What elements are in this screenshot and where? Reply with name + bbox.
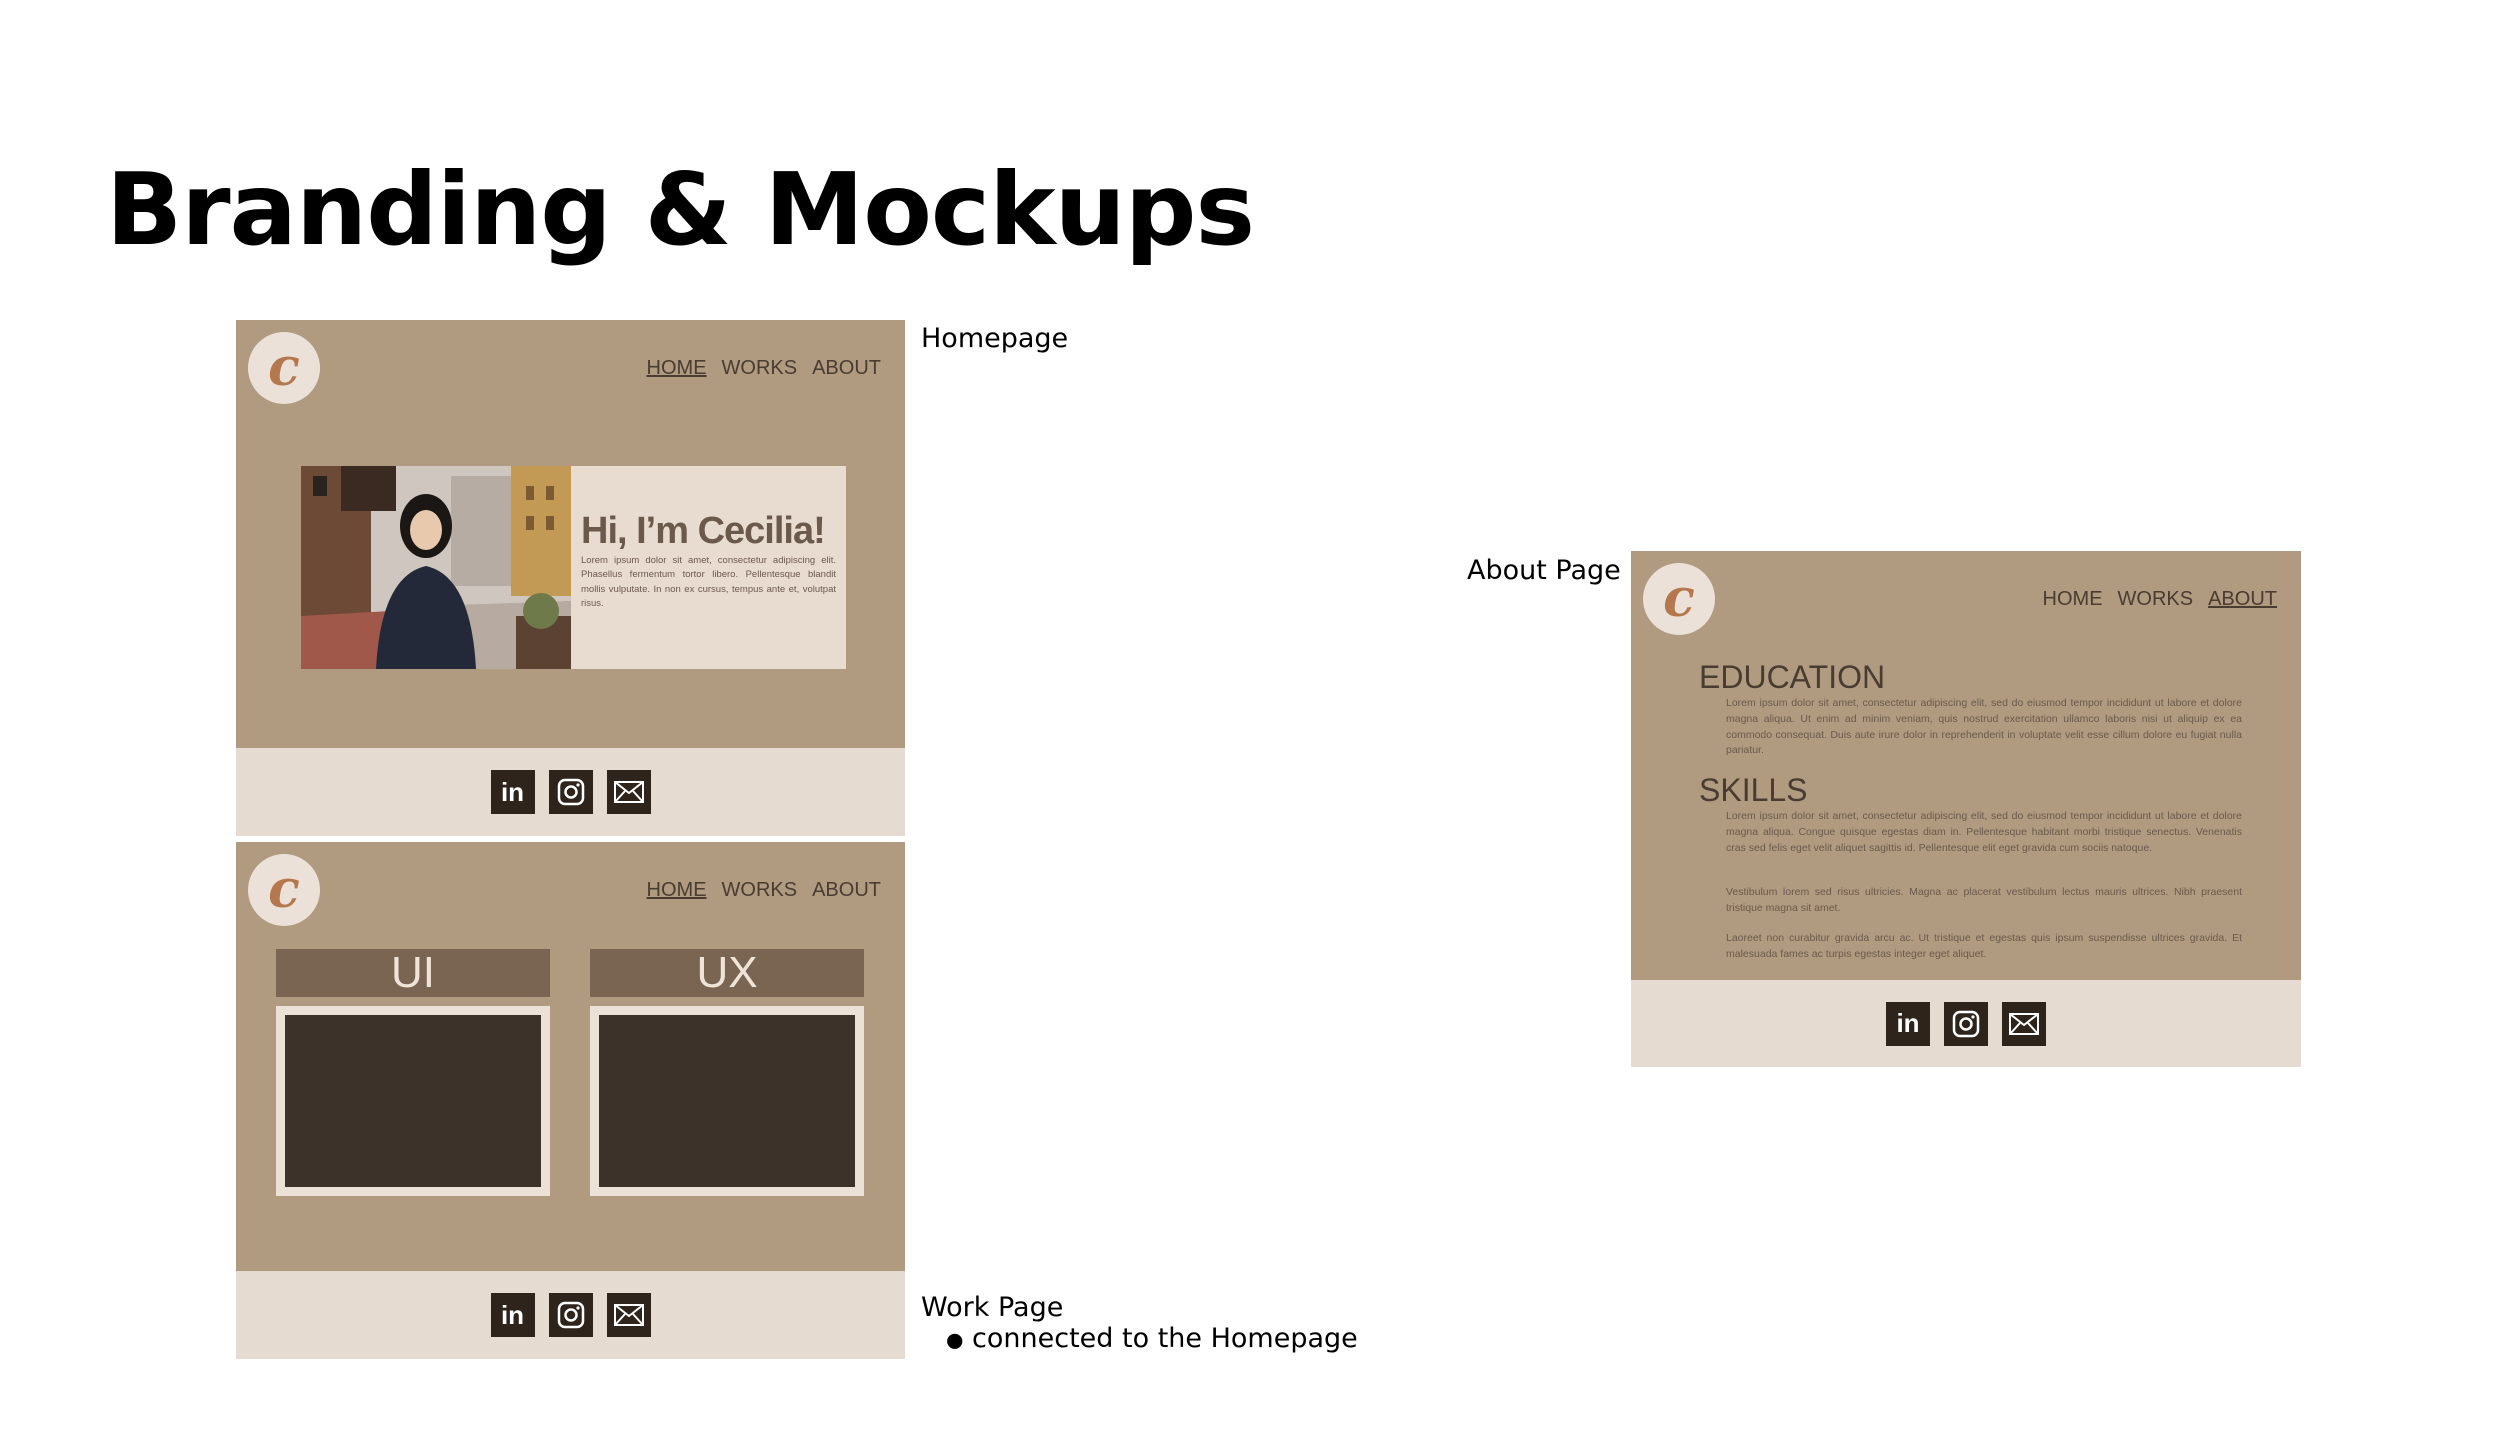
nav-works[interactable]: WORKS	[2118, 588, 2194, 611]
bullet-dot: ●	[946, 1327, 964, 1352]
mail-glyph	[613, 781, 644, 803]
site-footer: in	[236, 1271, 905, 1359]
hero-heading: Hi, I’m Cecilia!	[581, 510, 826, 552]
nav-about[interactable]: ABOUT	[812, 879, 881, 902]
ui-tile-header[interactable]: UI	[276, 949, 550, 997]
site-logo[interactable]: c	[1643, 563, 1715, 635]
skills-text-3: Laoreet non curabitur gravida arcu ac. U…	[1726, 932, 2242, 960]
education-heading: EDUCATION	[1699, 659, 1886, 695]
nav-home[interactable]: HOME	[647, 357, 707, 380]
mail-icon[interactable]	[2002, 1001, 2046, 1046]
site-logo[interactable]: c	[248, 854, 320, 926]
mail-glyph	[613, 1304, 644, 1326]
mail-glyph	[2009, 1012, 2039, 1035]
nav-about[interactable]: ABOUT	[812, 357, 881, 380]
site-footer: in	[1631, 980, 2301, 1067]
linkedin-icon[interactable]: in	[490, 1293, 535, 1337]
street-photo-illustration	[301, 466, 571, 669]
instagram-icon[interactable]	[1944, 1001, 1988, 1046]
site-footer: in	[236, 748, 905, 836]
work-bullet-text: connected to the Homepage	[972, 1323, 1358, 1354]
ui-tile-preview[interactable]	[276, 1006, 550, 1196]
ux-tile-preview[interactable]	[590, 1006, 864, 1196]
logo-letter: c	[1663, 568, 1695, 629]
hero-text-block: Hi, I’m Cecilia! Lorem ipsum dolor sit a…	[571, 466, 846, 669]
ui-tile-image	[285, 1015, 541, 1187]
ux-tile-label: UX	[696, 948, 758, 997]
work-page-caption: Work Page	[921, 1292, 1064, 1323]
hero-card: Hi, I’m Cecilia! Lorem ipsum dolor sit a…	[301, 466, 846, 669]
skills-text-1: Lorem ipsum dolor sit amet, consectetur …	[1726, 810, 2242, 854]
site-logo[interactable]: c	[248, 332, 320, 404]
nav-home[interactable]: HOME	[2043, 588, 2103, 611]
about-page-mockup: c HOME WORKS ABOUT EDUCATION Lorem ipsum…	[1631, 551, 2301, 1067]
page-title: Branding & Mockups	[106, 151, 1255, 268]
skills-heading: SKILLS	[1699, 772, 1808, 808]
instagram-glyph	[557, 778, 584, 806]
ux-tile-header[interactable]: UX	[590, 949, 864, 997]
ux-tile-image	[599, 1015, 855, 1187]
work-page-mockup: c HOME WORKS ABOUT UI UX in	[236, 842, 905, 1359]
hero-paragraph: Lorem ipsum dolor sit amet, consectetur …	[581, 555, 836, 609]
logo-letter: c	[268, 337, 300, 398]
instagram-icon[interactable]	[548, 1293, 593, 1337]
instagram-icon[interactable]	[548, 770, 593, 814]
mail-icon[interactable]	[606, 1293, 651, 1337]
instagram-glyph	[557, 1301, 584, 1329]
ui-tile-label: UI	[391, 948, 435, 997]
about-page-caption: About Page	[1467, 555, 1621, 586]
nav-home[interactable]: HOME	[647, 879, 707, 902]
site-nav: HOME WORKS ABOUT	[647, 879, 881, 902]
nav-about[interactable]: ABOUT	[2208, 588, 2277, 611]
work-page-bullet: ● connected to the Homepage	[946, 1323, 1358, 1355]
linkedin-icon[interactable]: in	[490, 770, 535, 814]
site-nav: HOME WORKS ABOUT	[2043, 588, 2277, 611]
mail-icon[interactable]	[606, 770, 651, 814]
homepage-mockup: c HOME WORKS ABOUT Hi, I’m Cecilia! Lore…	[236, 320, 905, 836]
instagram-glyph	[1952, 1010, 1980, 1037]
homepage-caption: Homepage	[921, 323, 1069, 354]
nav-works[interactable]: WORKS	[722, 357, 798, 380]
site-nav: HOME WORKS ABOUT	[647, 357, 881, 380]
profile-photo	[301, 466, 571, 669]
nav-works[interactable]: WORKS	[722, 879, 798, 902]
education-text: Lorem ipsum dolor sit amet, consectetur …	[1726, 697, 2242, 757]
skills-text-2: Vestibulum lorem sed risus ultricies. Ma…	[1726, 886, 2242, 914]
linkedin-icon[interactable]: in	[1886, 1001, 1930, 1046]
logo-letter: c	[268, 859, 300, 920]
